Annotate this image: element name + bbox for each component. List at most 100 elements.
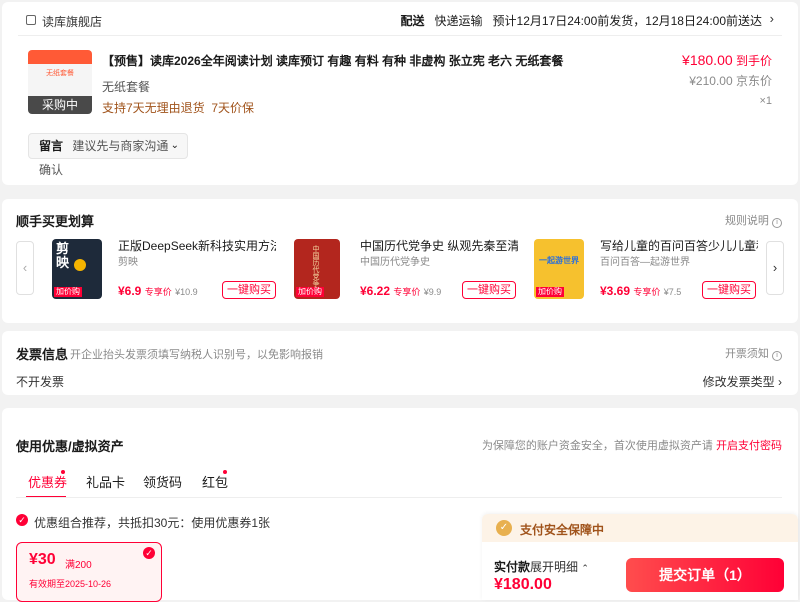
pay-guarantee-text: 支付安全保障中 — [520, 523, 605, 537]
coupon-amount: ¥30 — [29, 551, 56, 568]
coupon-check-icon: ✓ — [143, 547, 155, 559]
tab-red-packet[interactable]: 红包 — [202, 472, 228, 491]
book-cover-1-title: 剪映 — [56, 241, 70, 270]
book-cover-3-title: 一起游世界 — [539, 256, 579, 265]
order-card: 读库旗舰店 配送 快递运输 预计12月17日24:00前发货，12月18日24:… — [2, 2, 798, 185]
invoice-hint: 开企业抬头发票须填写纳税人识别号，以免影响报销 — [70, 349, 323, 361]
check-circle-icon: ✓ — [16, 514, 28, 526]
original-price: ¥210.00 — [689, 74, 733, 88]
pay-amount: ¥180.00 — [494, 576, 552, 593]
addon-product-1-price-line: ¥6.9 专享价 ¥10.9 — [118, 284, 198, 298]
tab-redeem-code[interactable]: 领货码 — [143, 472, 182, 491]
addon-product-1-sub: 剪映 — [118, 257, 138, 268]
expand-details-toggle[interactable]: 展开明细 ⌃ — [530, 558, 589, 575]
enable-pay-password-link[interactable]: 开启支付密码 — [716, 440, 782, 452]
modify-invoice-label: 修改发票类型 — [702, 375, 775, 389]
invoice-value: 不开发票 — [16, 375, 65, 389]
addon-tag-2: 专享价 — [393, 287, 421, 297]
ribbon-1: 加价购 — [54, 287, 82, 297]
shop-icon — [26, 15, 36, 25]
tab-red-packet-dot — [223, 470, 227, 474]
book-cover-2[interactable]: 中国历代党争史 加价购 — [294, 239, 340, 299]
product-thumbnail[interactable]: 无纸套餐 采购中 — [28, 50, 92, 114]
invoice-notice-label: 开票须知 — [724, 348, 769, 360]
addon-tag-1: 专享价 — [144, 287, 172, 297]
security-note-text: 为保障您的账户资金安全，首次使用虚拟资产请 — [481, 440, 713, 452]
assets-title: 使用优惠/虚拟资产 — [16, 439, 124, 454]
rules-link[interactable]: 规则说明 i — [725, 212, 782, 228]
coupon-expiry: 有效期至2025-10-26 — [29, 579, 112, 589]
info-icon: i — [772, 218, 782, 228]
delivery-label: 配送 — [400, 14, 425, 28]
addon-product-1: 剪映 加价购 正版DeepSeek新科技实用方法 零 剪映 ¥6.9 专享价 ¥… — [46, 237, 278, 301]
carousel-prev-button[interactable]: ‹ — [16, 241, 34, 295]
addon-title: 顺手买更划算 — [16, 214, 95, 229]
chevron-right-icon[interactable]: › — [770, 11, 774, 26]
info-icon: i — [772, 351, 782, 361]
addon-card: 顺手买更划算 规则说明 i ‹ › 剪映 加价购 正版DeepSeek新科技实用… — [2, 199, 798, 323]
security-note: 为保障您的账户资金安全，首次使用虚拟资产请 开启支付密码 — [482, 437, 782, 453]
delivery-method: 快递运输 — [434, 14, 483, 28]
service-info: 支持7天无理由退货 7天价保 — [102, 101, 255, 115]
addon-ref-3: ¥7.5 — [663, 287, 682, 297]
pay-guarantee-bar: ✓ 支付安全保障中 — [482, 514, 798, 542]
buy-button-3[interactable]: 一键购买 — [702, 281, 756, 299]
addon-price-2: ¥6.22 — [360, 284, 391, 298]
delivery-estimate: 预计12月17日24:00前发货，12月18日24:00前送达 — [492, 14, 762, 28]
quantity: ×1 — [759, 95, 772, 107]
pay-label: 实付款 — [494, 560, 531, 574]
original-price-note: 京东价 — [735, 74, 772, 88]
addon-product-3-title[interactable]: 写给儿童的百问百答少儿儿童科普 — [600, 237, 758, 254]
buy-button-2[interactable]: 一键购买 — [462, 281, 516, 299]
chevron-right-icon: › — [778, 375, 782, 389]
addon-ref-1: ¥10.9 — [175, 287, 198, 297]
chevron-up-icon: ⌃ — [581, 563, 589, 573]
addon-product-3: 一起游世界 加价购 写给儿童的百问百答少儿儿童科普 百问百答—起游世界 ¥3.6… — [528, 237, 760, 301]
divider — [18, 35, 782, 36]
ribbon-3: 加价购 — [536, 287, 564, 297]
expand-details-label: 展开明细 — [530, 560, 579, 574]
addon-product-2: 中国历代党争史 加价购 中国历代党争史 纵观先秦至清末的 中国历代党争史 ¥6.… — [288, 237, 520, 301]
addon-product-2-sub: 中国历代党争史 — [360, 257, 430, 268]
addon-product-2-price-line: ¥6.22 专享价 ¥9.9 — [360, 284, 441, 298]
final-price-note: 到手价 — [735, 54, 772, 68]
final-price: ¥180.00 — [682, 52, 733, 68]
addon-product-2-title[interactable]: 中国历代党争史 纵观先秦至清末的 — [360, 237, 518, 254]
coupon-card[interactable]: ¥30 满200 有效期至2025-10-26 ✓ — [16, 542, 162, 602]
invoice-notice-link[interactable]: 开票须知 i — [725, 345, 782, 361]
shield-icon: ✓ — [496, 520, 512, 536]
coupon-condition: 满200 — [65, 560, 92, 571]
addon-ref-2: ¥9.9 — [423, 287, 442, 297]
coupon-recommend-text: 优惠组合推荐，共抵扣30元：使用优惠券1张 — [34, 516, 271, 530]
rules-label: 规则说明 — [724, 215, 769, 227]
book-cover-3[interactable]: 一起游世界 加价购 — [534, 239, 584, 299]
tab-gift-card[interactable]: 礼品卡 — [86, 472, 125, 491]
delivery-info: 配送 快递运输 预计12月17日24:00前发货，12月18日24:00前送达 — [400, 12, 762, 29]
tabs-divider — [16, 497, 782, 498]
chevron-down-icon: ⌄ — [170, 140, 179, 151]
shop-name[interactable]: 读库旗舰店 — [42, 13, 102, 30]
message-label: 留言 — [39, 139, 64, 153]
modify-invoice-link[interactable]: 修改发票类型 › — [703, 373, 782, 390]
product-sku: 无纸套餐 — [102, 80, 151, 94]
buy-button-1[interactable]: 一键购买 — [222, 281, 276, 299]
ribbon-2: 加价购 — [296, 287, 324, 297]
invoice-title: 发票信息 — [16, 347, 69, 362]
tab-coupons[interactable]: 优惠券 — [28, 472, 67, 491]
submit-order-button[interactable]: 提交订单（1） — [626, 558, 784, 592]
status-badge: 采购中 — [28, 96, 92, 114]
carousel-next-button[interactable]: › — [766, 241, 784, 295]
thumbnail-text: 无纸套餐 — [46, 70, 74, 77]
addon-product-3-sub: 百问百答—起游世界 — [600, 257, 690, 268]
addon-price-3: ¥3.69 — [600, 284, 631, 298]
addon-price-1: ¥6.9 — [118, 284, 142, 298]
submit-order-label: 提交订单（1） — [659, 567, 751, 583]
book-cover-1[interactable]: 剪映 加价购 — [52, 239, 102, 299]
invoice-card: 发票信息 开企业抬头发票须填写纳税人识别号，以免影响报销 开票须知 i 不开发票… — [2, 331, 798, 395]
product-title[interactable]: 【预售】读库2026全年阅读计划 读库预订 有趣 有料 有种 非虚构 张立宪 老… — [102, 52, 563, 69]
addon-product-1-title[interactable]: 正版DeepSeek新科技实用方法 零 — [118, 237, 276, 254]
book-cover-1-accent — [74, 259, 86, 271]
message-field[interactable]: 留言 建议先与商家沟通确认 ⌄ — [28, 133, 188, 177]
thumbnail-header — [28, 50, 92, 64]
addon-product-3-price-line: ¥3.69 专享价 ¥7.5 — [600, 284, 681, 298]
